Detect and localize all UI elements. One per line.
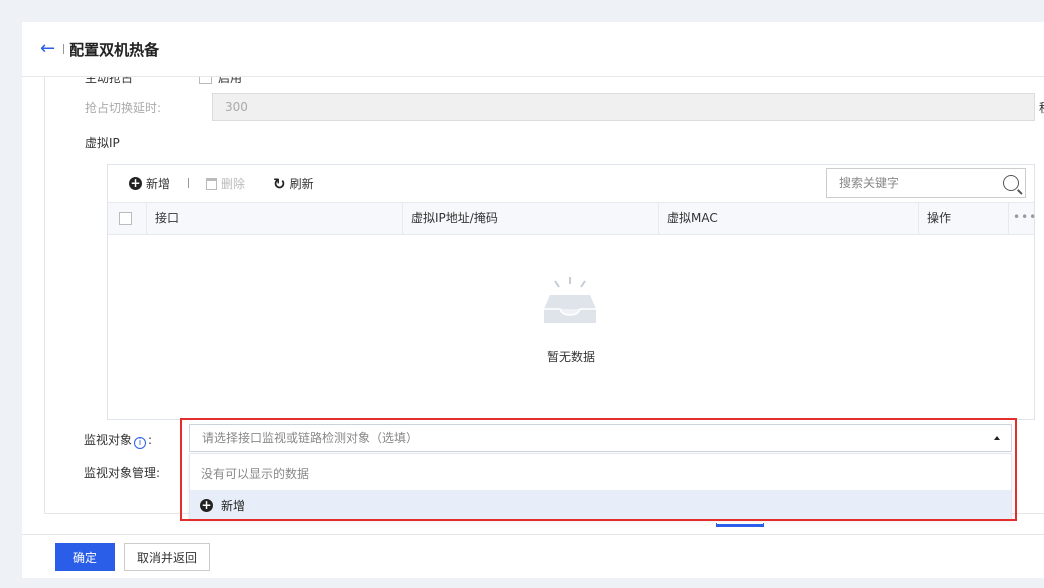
add-button-label: 新增 bbox=[146, 177, 171, 191]
preempt-delay-unit: 秒 bbox=[1039, 99, 1044, 116]
page-header: ← 配置双机热备 bbox=[22, 22, 1044, 77]
column-header-virtual-ip[interactable]: 虚拟IP地址/掩码 bbox=[403, 203, 659, 234]
column-header-virtual-mac[interactable]: 虚拟MAC bbox=[659, 203, 919, 234]
virtual-ip-table: + 新增 删除 ↻ 刷新 搜索关键字 接口 虚拟IP地址/掩码 虚拟MAC 操作… bbox=[107, 164, 1036, 420]
column-header-interface[interactable]: 接口 bbox=[147, 203, 403, 234]
preempt-checkbox[interactable] bbox=[199, 77, 213, 84]
dropdown-empty-text: 没有可以显示的数据 bbox=[201, 467, 310, 481]
preempt-delay-input: 300 bbox=[212, 93, 1035, 121]
column-header-actions: 操作 bbox=[919, 203, 1009, 234]
search-icon[interactable] bbox=[1003, 175, 1019, 191]
virtual-ip-label: 虚拟IP bbox=[85, 136, 120, 150]
search-placeholder: 搜索关键字 bbox=[839, 176, 900, 190]
delete-button[interactable]: 删除 bbox=[206, 175, 245, 192]
confirm-button[interactable]: 确定 bbox=[55, 543, 115, 571]
select-all-cell bbox=[108, 203, 147, 234]
select-all-checkbox[interactable] bbox=[119, 212, 132, 225]
delete-button-label: 删除 bbox=[221, 177, 246, 191]
header-divider bbox=[63, 44, 65, 54]
cancel-return-button[interactable]: 取消并返回 bbox=[124, 543, 210, 571]
refresh-button[interactable]: ↻ 刷新 bbox=[273, 175, 314, 192]
dropdown-add-label: 新增 bbox=[221, 498, 246, 513]
preempt-row: 主动抢占 启用 bbox=[85, 77, 242, 86]
preempt-label: 主动抢占 bbox=[85, 77, 134, 85]
more-columns-icon[interactable]: ••• bbox=[1013, 203, 1036, 231]
monitor-dropdown: 没有可以显示的数据 + 新增 bbox=[189, 453, 1012, 520]
caret-up-icon bbox=[994, 436, 1000, 440]
monitor-label-colon: : bbox=[148, 433, 153, 447]
monitor-manage-label: 监视对象管理: bbox=[84, 466, 161, 480]
empty-state-text: 暂无数据 bbox=[546, 350, 595, 364]
trash-icon bbox=[206, 177, 217, 190]
monitor-label: 监视对象 i: bbox=[84, 431, 152, 449]
toolbar-divider bbox=[188, 178, 189, 188]
page-title: 配置双机热备 bbox=[69, 40, 160, 59]
monitor-select[interactable]: 请选择接口监视或链路检测对象（选填） bbox=[189, 424, 1012, 452]
monitor-select-placeholder: 请选择接口监视或链路检测对象（选填） bbox=[202, 431, 419, 445]
empty-inbox-icon bbox=[544, 277, 596, 323]
info-icon[interactable]: i bbox=[134, 437, 147, 449]
plus-circle-icon: + bbox=[129, 176, 142, 190]
partial-button-edge bbox=[716, 523, 764, 527]
table-toolbar: + 新增 删除 ↻ 刷新 搜索关键字 bbox=[108, 165, 1034, 202]
refresh-button-label: 刷新 bbox=[289, 177, 314, 191]
plus-circle-icon: + bbox=[200, 497, 213, 512]
preempt-delay-label: 抢占切换延时: bbox=[85, 101, 162, 115]
preempt-checkbox-label: 启用 bbox=[218, 77, 243, 85]
search-input[interactable]: 搜索关键字 bbox=[826, 168, 1026, 198]
add-button[interactable]: + 新增 bbox=[129, 175, 170, 192]
back-arrow-icon[interactable]: ← bbox=[40, 40, 55, 58]
table-header: 接口 虚拟IP地址/掩码 虚拟MAC 操作 ••• bbox=[108, 202, 1036, 235]
dropdown-add-option[interactable]: + 新增 bbox=[190, 490, 1011, 520]
refresh-icon: ↻ bbox=[273, 174, 286, 193]
footer-divider bbox=[22, 534, 1044, 535]
monitor-label-text: 监视对象 bbox=[84, 433, 133, 447]
